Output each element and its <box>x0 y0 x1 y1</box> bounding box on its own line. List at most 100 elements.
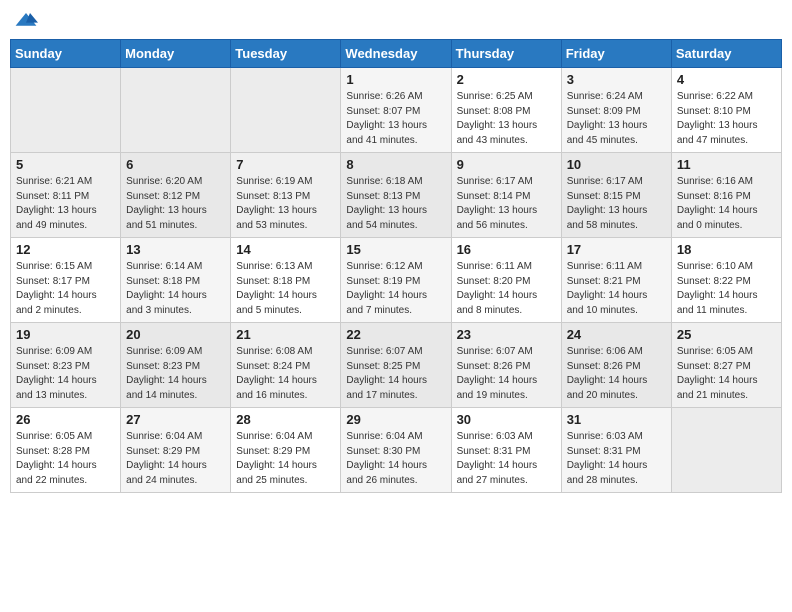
day-info: Sunrise: 6:17 AMSunset: 8:15 PMDaylight:… <box>567 175 666 233</box>
calendar-cell: 9 Sunrise: 6:17 AMSunset: 8:14 PMDaylight… <box>451 153 561 238</box>
calendar-cell: 13 Sunrise: 6:14 AMSunset: 8:18 PMDayligh… <box>121 238 231 323</box>
day-number: 19 <box>16 327 115 342</box>
calendar-week-row: 19 Sunrise: 6:09 AMSunset: 8:23 PMDayligh… <box>11 323 782 408</box>
calendar-cell: 18 Sunrise: 6:10 AMSunset: 8:22 PMDayligh… <box>671 238 781 323</box>
day-number: 4 <box>677 72 776 87</box>
day-info: Sunrise: 6:04 AMSunset: 8:30 PMDaylight:… <box>346 430 445 488</box>
calendar-cell: 12 Sunrise: 6:15 AMSunset: 8:17 PMDayligh… <box>11 238 121 323</box>
day-number: 20 <box>126 327 225 342</box>
day-info: Sunrise: 6:10 AMSunset: 8:22 PMDaylight:… <box>677 260 776 318</box>
calendar-cell: 14Sunrise: 6:13 AMSunset: 8:18 PMDayligh… <box>231 238 341 323</box>
day-number: 18 <box>677 242 776 257</box>
day-info: Sunrise: 6:05 AMSunset: 8:27 PMDaylight:… <box>677 345 776 403</box>
calendar-cell: 24 Sunrise: 6:06 AMSunset: 8:26 PMDayligh… <box>561 323 671 408</box>
day-number: 26 <box>16 412 115 427</box>
calendar-cell: 3 Sunrise: 6:24 AMSunset: 8:09 PMDaylight… <box>561 68 671 153</box>
day-info: Sunrise: 6:12 AMSunset: 8:19 PMDaylight:… <box>346 260 445 318</box>
calendar-cell: 15 Sunrise: 6:12 AMSunset: 8:19 PMDayligh… <box>341 238 451 323</box>
day-number: 5 <box>16 157 115 172</box>
calendar-cell: 11 Sunrise: 6:16 AMSunset: 8:16 PMDayligh… <box>671 153 781 238</box>
column-header-thursday: Thursday <box>451 40 561 68</box>
calendar-cell: 5 Sunrise: 6:21 AMSunset: 8:11 PMDaylight… <box>11 153 121 238</box>
day-info: Sunrise: 6:17 AMSunset: 8:14 PMDaylight:… <box>457 175 556 233</box>
calendar-cell: 29 Sunrise: 6:04 AMSunset: 8:30 PMDayligh… <box>341 408 451 493</box>
calendar-cell: 16 Sunrise: 6:11 AMSunset: 8:20 PMDayligh… <box>451 238 561 323</box>
logo-icon <box>14 11 38 31</box>
day-number: 29 <box>346 412 445 427</box>
calendar-cell: 28 Sunrise: 6:04 AMSunset: 8:29 PMDayligh… <box>231 408 341 493</box>
page-header <box>10 10 782 31</box>
day-number: 24 <box>567 327 666 342</box>
calendar-cell: 21Sunrise: 6:08 AMSunset: 8:24 PMDayligh… <box>231 323 341 408</box>
day-number: 31 <box>567 412 666 427</box>
column-header-wednesday: Wednesday <box>341 40 451 68</box>
day-info: Sunrise: 6:21 AMSunset: 8:11 PMDaylight:… <box>16 175 115 233</box>
day-number: 27 <box>126 412 225 427</box>
calendar-cell: 4 Sunrise: 6:22 AMSunset: 8:10 PMDaylight… <box>671 68 781 153</box>
day-number: 13 <box>126 242 225 257</box>
column-header-friday: Friday <box>561 40 671 68</box>
day-number: 1 <box>346 72 445 87</box>
calendar-cell: 26 Sunrise: 6:05 AMSunset: 8:28 PMDayligh… <box>11 408 121 493</box>
day-number: 11 <box>677 157 776 172</box>
day-number: 15 <box>346 242 445 257</box>
day-number: 12 <box>16 242 115 257</box>
day-number: 6 <box>126 157 225 172</box>
column-header-saturday: Saturday <box>671 40 781 68</box>
day-number: 17 <box>567 242 666 257</box>
day-info: Sunrise: 6:22 AMSunset: 8:10 PMDaylight:… <box>677 90 776 148</box>
day-info: Sunrise: 6:05 AMSunset: 8:28 PMDaylight:… <box>16 430 115 488</box>
calendar-cell: 8Sunrise: 6:18 AMSunset: 8:13 PMDaylight… <box>341 153 451 238</box>
day-number: 16 <box>457 242 556 257</box>
day-number: 3 <box>567 72 666 87</box>
logo <box>14 10 42 31</box>
column-header-tuesday: Tuesday <box>231 40 341 68</box>
calendar-cell <box>11 68 121 153</box>
calendar-cell <box>121 68 231 153</box>
day-info: Sunrise: 6:24 AMSunset: 8:09 PMDaylight:… <box>567 90 666 148</box>
calendar-cell: 27Sunrise: 6:04 AMSunset: 8:29 PMDayligh… <box>121 408 231 493</box>
calendar-cell: 2 Sunrise: 6:25 AMSunset: 8:08 PMDaylight… <box>451 68 561 153</box>
calendar-week-row: 26 Sunrise: 6:05 AMSunset: 8:28 PMDayligh… <box>11 408 782 493</box>
day-number: 10 <box>567 157 666 172</box>
day-number: 30 <box>457 412 556 427</box>
day-info: Sunrise: 6:04 AMSunset: 8:29 PMDaylight:… <box>236 430 335 488</box>
column-header-monday: Monday <box>121 40 231 68</box>
calendar-cell: 17 Sunrise: 6:11 AMSunset: 8:21 PMDayligh… <box>561 238 671 323</box>
calendar-week-row: 1 Sunrise: 6:26 AMSunset: 8:07 PMDaylight… <box>11 68 782 153</box>
calendar-cell: 25 Sunrise: 6:05 AMSunset: 8:27 PMDayligh… <box>671 323 781 408</box>
day-number: 8 <box>346 157 445 172</box>
calendar-cell <box>231 68 341 153</box>
calendar-cell: 23Sunrise: 6:07 AMSunset: 8:26 PMDayligh… <box>451 323 561 408</box>
calendar-cell: 31 Sunrise: 6:03 AMSunset: 8:31 PMDayligh… <box>561 408 671 493</box>
day-info: Sunrise: 6:11 AMSunset: 8:21 PMDaylight:… <box>567 260 666 318</box>
day-number: 22 <box>346 327 445 342</box>
day-info: Sunrise: 6:03 AMSunset: 8:31 PMDaylight:… <box>457 430 556 488</box>
day-info: Sunrise: 6:09 AMSunset: 8:23 PMDaylight:… <box>126 345 225 403</box>
calendar-cell: 1 Sunrise: 6:26 AMSunset: 8:07 PMDaylight… <box>341 68 451 153</box>
day-info: Sunrise: 6:26 AMSunset: 8:07 PMDaylight:… <box>346 90 445 148</box>
day-info: Sunrise: 6:11 AMSunset: 8:20 PMDaylight:… <box>457 260 556 318</box>
calendar-cell: 22 Sunrise: 6:07 AMSunset: 8:25 PMDayligh… <box>341 323 451 408</box>
calendar-header-row: SundayMondayTuesdayWednesdayThursdayFrid… <box>11 40 782 68</box>
day-info: Sunrise: 6:14 AMSunset: 8:18 PMDaylight:… <box>126 260 225 318</box>
day-number: 25 <box>677 327 776 342</box>
day-info: Sunrise: 6:07 AMSunset: 8:25 PMDaylight:… <box>346 345 445 403</box>
day-number: 2 <box>457 72 556 87</box>
day-number: 9 <box>457 157 556 172</box>
day-info: Sunrise: 6:15 AMSunset: 8:17 PMDaylight:… <box>16 260 115 318</box>
day-number: 28 <box>236 412 335 427</box>
day-info: Sunrise: 6:06 AMSunset: 8:26 PMDaylight:… <box>567 345 666 403</box>
day-info: Sunrise: 6:09 AMSunset: 8:23 PMDaylight:… <box>16 345 115 403</box>
day-info: Sunrise: 6:16 AMSunset: 8:16 PMDaylight:… <box>677 175 776 233</box>
day-info: Sunrise: 6:08 AMSunset: 8:24 PMDaylight:… <box>236 345 335 403</box>
calendar-week-row: 12 Sunrise: 6:15 AMSunset: 8:17 PMDayligh… <box>11 238 782 323</box>
day-info: Sunrise: 6:13 AMSunset: 8:18 PMDaylight:… <box>236 260 335 318</box>
calendar-cell: 7Sunrise: 6:19 AMSunset: 8:13 PMDaylight… <box>231 153 341 238</box>
day-info: Sunrise: 6:03 AMSunset: 8:31 PMDaylight:… <box>567 430 666 488</box>
calendar-cell: 6Sunrise: 6:20 AMSunset: 8:12 PMDaylight… <box>121 153 231 238</box>
day-info: Sunrise: 6:07 AMSunset: 8:26 PMDaylight:… <box>457 345 556 403</box>
calendar-cell: 10 Sunrise: 6:17 AMSunset: 8:15 PMDayligh… <box>561 153 671 238</box>
day-info: Sunrise: 6:25 AMSunset: 8:08 PMDaylight:… <box>457 90 556 148</box>
calendar-cell: 19 Sunrise: 6:09 AMSunset: 8:23 PMDayligh… <box>11 323 121 408</box>
